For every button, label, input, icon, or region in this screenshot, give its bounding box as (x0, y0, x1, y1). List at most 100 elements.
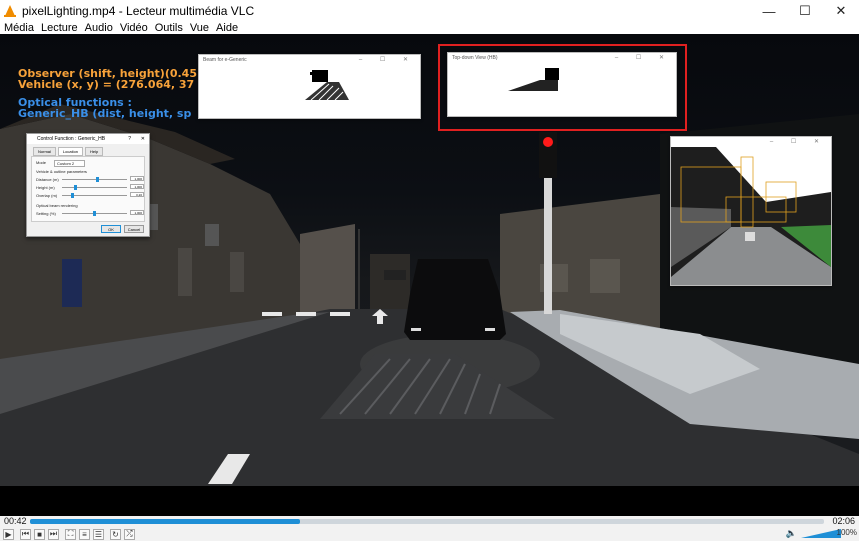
volume-slider[interactable] (801, 529, 841, 539)
vehicle-text: Vehicle (x, y) = (276.064, 37 (18, 78, 195, 91)
setting-label: Setting (%) (36, 211, 56, 216)
section-optical: Optical beam rendering (36, 203, 78, 208)
scene-window[interactable]: – ☐ ✕ (670, 136, 832, 286)
setting-spin[interactable]: 1,000 (130, 210, 144, 215)
house-right-window (590, 259, 620, 293)
beam-preview (305, 70, 349, 101)
maximize-button[interactable]: ☐ (787, 0, 823, 22)
prev-icon: ⏮ (21, 529, 30, 538)
fullscreen-button[interactable]: ⛶ (65, 528, 76, 540)
speaker-icon[interactable]: 🔈 (786, 528, 797, 539)
beam-window[interactable]: Beam for e-Generic – ☐ ✕ (198, 54, 421, 119)
menu-media[interactable]: Média (0, 22, 37, 34)
overlap-spin[interactable]: 0,20 (130, 192, 144, 197)
play-button[interactable]: ▶ (3, 528, 14, 540)
distance-slider-knob[interactable] (96, 177, 100, 182)
height-label: Height (m) (36, 185, 55, 190)
volume-percent: 100% (836, 528, 857, 537)
menu-video[interactable]: Vidéo (116, 22, 151, 34)
player-controls: ▶ ⏮ ■ ⏭ ⛶ ≡ ☰ ↻ ⤮ 🔈 100% (0, 527, 859, 541)
fullscreen-icon: ⛶ (67, 529, 74, 538)
scene-preview (671, 147, 831, 285)
help-button[interactable]: ? (128, 134, 131, 144)
topdown-window[interactable]: Top-down View (HB) – ☐ ✕ (447, 52, 677, 117)
vlc-cone-icon (4, 5, 16, 17)
scene-window-controls[interactable]: – ☐ ✕ (770, 137, 827, 147)
play-icon: ▶ (5, 529, 12, 539)
setting-slider-knob[interactable] (93, 211, 96, 216)
random-button[interactable]: ⤮ (124, 528, 135, 540)
tab-normal[interactable]: Normal (33, 147, 56, 156)
traffic-light-red (543, 137, 553, 147)
tab-help[interactable]: Help (85, 147, 104, 156)
window-title: pixelLighting.mp4 - Lecteur multimédia V… (22, 4, 255, 18)
prev-button[interactable]: ⏮ (20, 528, 31, 540)
next-icon: ⏭ (49, 529, 58, 538)
dialog-tabs: Normal Location Help (33, 147, 149, 156)
topdown-preview (508, 68, 559, 91)
house-door (62, 259, 82, 307)
playlist-icon: ☰ (94, 529, 103, 539)
control-function-dialog[interactable]: Control Function : Generic_HB ? ✕ Normal… (26, 133, 150, 237)
extended-settings-button[interactable]: ≡ (79, 528, 90, 540)
mode-label: Mode (36, 160, 47, 165)
stop-icon: ■ (37, 529, 42, 539)
minimize-button[interactable]: — (751, 0, 787, 22)
house-window (230, 252, 244, 292)
house-window (178, 248, 192, 296)
seek-bar[interactable] (30, 519, 824, 524)
dialog-title: Control Function : Generic_HB (37, 136, 106, 142)
menu-vue[interactable]: Vue (186, 22, 212, 34)
close-button[interactable]: ✕ (823, 0, 859, 22)
seek-row: 00:42 02:06 (0, 516, 859, 527)
house-far (370, 254, 410, 309)
seek-progress (30, 519, 300, 524)
ok-button[interactable]: OK (101, 225, 121, 233)
lamp-post (358, 229, 360, 309)
distance-label: Distance (m) (36, 177, 59, 182)
loop-icon: ↻ (112, 529, 119, 539)
car-light (411, 328, 421, 331)
overlap-slider-knob[interactable] (71, 193, 75, 198)
time-total: 02:06 (832, 516, 855, 526)
mode-select[interactable]: Custom 2 (54, 160, 86, 167)
menu-audio[interactable]: Audio (81, 22, 116, 34)
playlist-button[interactable]: ☰ (93, 528, 104, 540)
volume-level (801, 529, 841, 538)
shuffle-icon: ⤮ (126, 529, 133, 538)
car (404, 259, 506, 340)
video-letterbox (0, 486, 859, 516)
next-button[interactable]: ⏭ (48, 528, 59, 540)
height-slider[interactable] (62, 185, 127, 190)
house-window (205, 224, 219, 246)
menu-outils[interactable]: Outils (151, 22, 186, 34)
video-area[interactable]: Observer (shift, height)(0.45 Vehicle (x… (0, 34, 859, 486)
cancel-button[interactable]: Cancel (124, 225, 144, 233)
topdown-window-title: Top-down View (HB) (452, 55, 498, 61)
menu-bar: Média Lecture Audio Vidéo Outils Vue Aid… (0, 22, 859, 34)
distance-spin[interactable]: 1,000 (130, 176, 144, 181)
beam-window-controls[interactable]: – ☐ ✕ (359, 55, 416, 65)
far-car (384, 270, 406, 280)
topdown-window-controls[interactable]: – ☐ ✕ (615, 53, 672, 63)
stop-button[interactable]: ■ (34, 528, 45, 540)
overlap-slider[interactable] (62, 193, 127, 198)
menu-aide[interactable]: Aide (212, 22, 241, 34)
dialog-body: Mode Custom 2 Vehicle & outline paramete… (31, 156, 145, 222)
menu-lecture[interactable]: Lecture (37, 22, 81, 34)
sliders-icon: ≡ (82, 529, 87, 539)
overlap-label: Overlap (m) (36, 193, 58, 198)
beam-window-title: Beam for e-Generic (203, 57, 247, 63)
height-spin[interactable]: 1,000 (130, 184, 144, 189)
car-light (485, 328, 495, 331)
setting-slider[interactable] (62, 211, 127, 216)
dialog-close-button[interactable]: ✕ (141, 134, 145, 144)
title-bar: pixelLighting.mp4 - Lecteur multimédia V… (0, 0, 859, 22)
optical-value: Generic_HB (dist, height, sp (18, 107, 192, 120)
section-vehicle: Vehicle & outline parameters (36, 169, 87, 174)
distance-slider[interactable] (62, 177, 127, 182)
window-controls: — ☐ ✕ (751, 0, 859, 22)
tab-location[interactable]: Location (57, 147, 84, 156)
loop-button[interactable]: ↻ (110, 528, 121, 540)
height-slider-knob[interactable] (74, 185, 78, 190)
